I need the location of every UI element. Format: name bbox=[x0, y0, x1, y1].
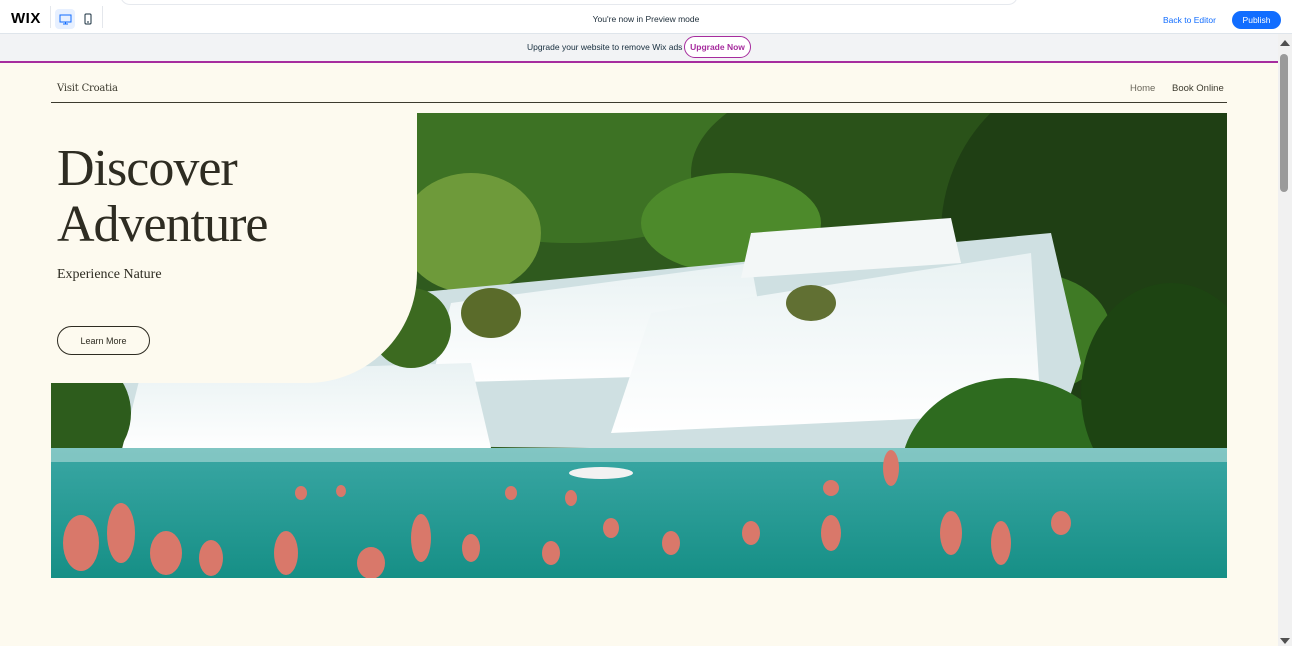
hero-subtitle: Experience Nature bbox=[57, 267, 162, 282]
back-to-editor-link[interactable]: Back to Editor bbox=[1163, 15, 1216, 25]
hero-text-panel: Discover Adventure Experience Nature Lea… bbox=[51, 113, 417, 383]
scroll-up-arrow-icon[interactable] bbox=[1280, 40, 1290, 46]
site-name[interactable]: Visit Croatia bbox=[57, 83, 118, 94]
preview-mode-text: You're now in Preview mode bbox=[592, 14, 700, 24]
hero-title: Discover Adventure bbox=[57, 140, 268, 253]
upgrade-banner: Upgrade your website to remove Wix ads U… bbox=[0, 34, 1278, 63]
hero-title-line: Adventure bbox=[57, 196, 268, 253]
scroll-down-arrow-icon[interactable] bbox=[1280, 638, 1290, 644]
nav-home-link[interactable]: Home bbox=[1130, 83, 1155, 94]
editor-topbar: WIX You're now in Preview mode Back to E… bbox=[0, 0, 1292, 34]
upgrade-now-button[interactable]: Upgrade Now bbox=[684, 36, 751, 58]
publish-button[interactable]: Publish bbox=[1232, 11, 1281, 29]
header-divider bbox=[51, 102, 1227, 103]
page-scrollbar[interactable] bbox=[1278, 34, 1292, 646]
hero-section: Discover Adventure Experience Nature Lea… bbox=[51, 113, 1227, 578]
site-page: Visit Croatia Home Book Online Discover … bbox=[0, 63, 1278, 646]
learn-more-button[interactable]: Learn More bbox=[57, 326, 150, 355]
nav-book-online-link[interactable]: Book Online bbox=[1172, 83, 1224, 94]
hero-title-line: Discover bbox=[57, 140, 238, 197]
browser-tab-hint bbox=[120, 0, 1018, 5]
upgrade-banner-text: Upgrade your website to remove Wix ads bbox=[527, 42, 683, 52]
scrollbar-thumb[interactable] bbox=[1280, 54, 1288, 192]
